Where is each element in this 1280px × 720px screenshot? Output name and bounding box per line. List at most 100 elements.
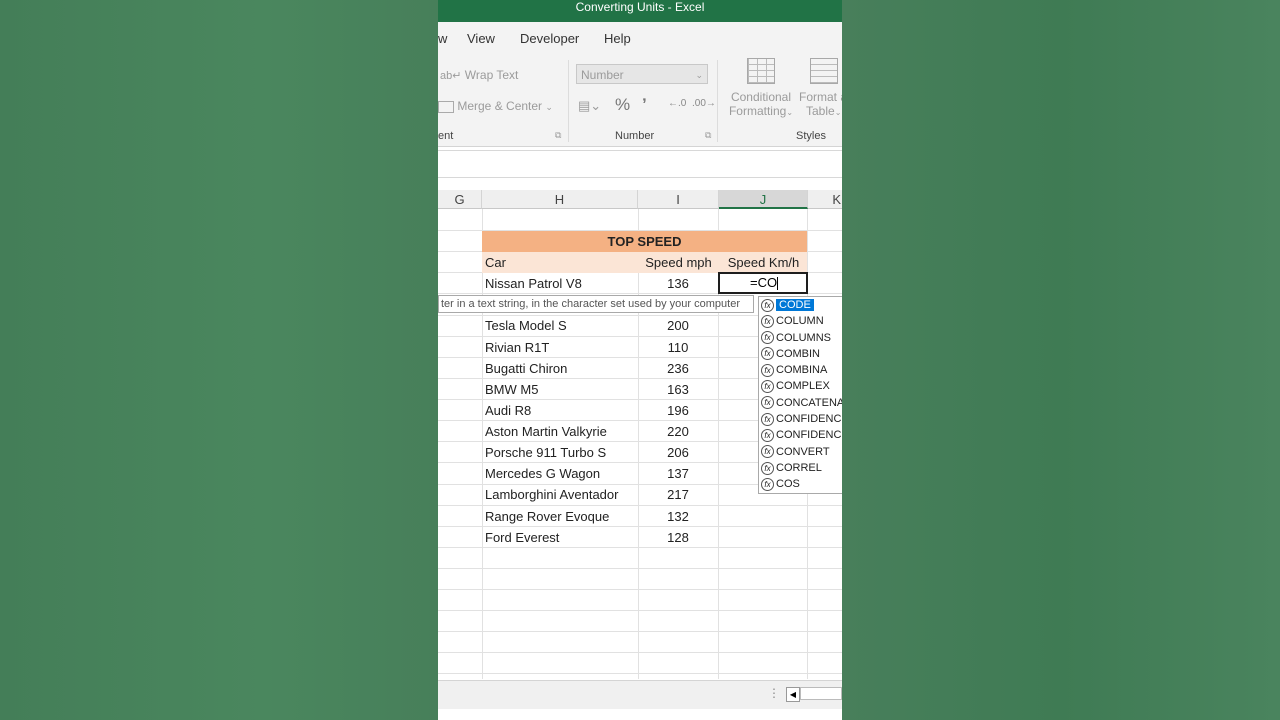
number-group-label: Number [615,130,655,142]
more-options-icon[interactable]: ⋮ [768,686,780,700]
merge-center-button[interactable]: Merge & Center ⌄ [438,99,553,113]
window-title: Converting Units - Excel [575,0,705,14]
table-header-row: Car Speed mph Speed Km/h [482,252,807,273]
car-name-cell[interactable]: Range Rover Evoque [485,506,635,527]
accounting-format-icon[interactable]: ▤⌄ [578,98,601,114]
decrease-decimal-icon[interactable]: .00→ [692,98,716,109]
chevron-down-icon: ⌄ [786,108,794,117]
function-icon: fx [761,445,774,459]
car-name-cell[interactable]: Bugatti Chiron [485,358,635,379]
car-name-cell[interactable]: Mercedes G Wagon [485,463,635,484]
function-icon: fx [761,461,774,475]
speed-mph-cell[interactable]: 206 [638,442,718,463]
autocomplete-item[interactable]: fx COS [759,476,842,492]
background-left [0,0,438,720]
increase-decimal-icon[interactable]: ←.0 [668,98,686,109]
function-icon: fx [761,363,774,377]
number-format-dropdown[interactable]: Number ⌄ [576,64,708,84]
wrap-text-button[interactable]: ab↵ Wrap Text [440,68,518,82]
menu-bar: w View Developer Help [438,22,842,54]
format-as-table-icon [810,58,838,84]
car-name-cell[interactable]: Ford Everest [485,527,635,548]
autocomplete-item[interactable]: fx CONFIDENCE [759,411,842,427]
speed-mph-cell[interactable]: 110 [638,337,718,358]
function-icon: fx [761,428,774,442]
speed-mph-cell[interactable]: 136 [638,273,718,294]
car-name-cell[interactable]: Lamborghini Aventador [485,484,635,505]
dialog-launcher-icon[interactable]: ⧉ [705,130,711,141]
car-name-cell[interactable]: Audi R8 [485,400,635,421]
menu-view[interactable]: View [467,31,495,46]
speed-mph-cell[interactable]: 128 [638,527,718,548]
car-name-cell[interactable]: BMW M5 [485,379,635,400]
autocomplete-item[interactable]: fx COLUMN [759,313,842,329]
chevron-down-icon: ⌄ [834,108,842,117]
menu-view-partial[interactable]: w [438,31,447,46]
car-name-cell[interactable]: Tesla Model S [485,315,635,336]
merge-icon [438,100,454,113]
car-name-cell[interactable]: Porsche 911 Turbo S [485,442,635,463]
ribbon-separator [717,60,718,142]
column-header-j[interactable]: J [719,190,808,209]
function-icon: fx [761,477,774,491]
styles-group-label: Styles [796,130,826,142]
column-header-h[interactable]: H [482,190,638,209]
function-icon: fx [761,298,774,312]
function-tooltip: ter in a text string, in the character s… [438,295,754,313]
header-speed-kmh[interactable]: Speed Km/h [719,252,808,273]
scroll-left-button[interactable]: ◀ [786,687,800,702]
speed-mph-cell[interactable]: 220 [638,421,718,442]
autocomplete-item[interactable]: fx COLUMNS [759,330,842,346]
ribbon: ab↵ Wrap Text Merge & Center ⌄ ent ⧉ Num… [438,54,842,147]
speed-mph-cell[interactable]: 217 [638,484,718,505]
speed-mph-cell[interactable]: 200 [638,315,718,336]
column-header-i[interactable]: I [638,190,719,209]
sheet-tabs-bar: ⋮ ◀ [438,680,842,709]
formula-bar[interactable] [438,150,842,178]
dialog-launcher-icon[interactable]: ⧉ [555,130,561,141]
menu-help[interactable]: Help [604,31,631,46]
alignment-group-label: ent [438,130,454,142]
menu-developer[interactable]: Developer [520,31,579,46]
autocomplete-item[interactable]: fx CONFIDENCE [759,427,842,443]
column-header-g[interactable]: G [438,190,482,209]
format-as-table-button[interactable]: Format a Table⌄ [796,58,842,118]
header-speed-mph[interactable]: Speed mph [638,252,719,273]
autocomplete-item[interactable]: fx COMBIN [759,346,842,362]
speed-mph-cell[interactable]: 132 [638,506,718,527]
conditional-formatting-button[interactable]: Conditional Formatting⌄ [726,58,796,118]
speed-mph-cell[interactable]: 137 [638,463,718,484]
wrap-text-icon: ab↵ [440,70,462,82]
speed-mph-cell[interactable]: 163 [638,379,718,400]
percent-icon[interactable]: % [615,95,630,115]
autocomplete-item[interactable]: fxCONCATENAT [759,395,842,411]
function-icon: fx [761,331,774,345]
active-cell-text: =CO [750,275,778,290]
speed-mph-cell[interactable]: 196 [638,400,718,421]
autocomplete-item[interactable]: fx COMBINA [759,362,842,378]
column-header-k[interactable]: K [808,190,842,209]
car-name-cell[interactable]: Aston Martin Valkyrie [485,421,635,442]
car-name-cell[interactable]: Rivian R1T [485,337,635,358]
text-cursor [777,277,779,291]
function-autocomplete-list[interactable]: fx CODE fx COLUMN fx COLUMNS fx COMBIN fx COM… [758,296,842,494]
autocomplete-item[interactable]: fx CORREL [759,460,842,476]
ribbon-separator [568,60,569,142]
chevron-down-icon: ⌄ [695,70,703,80]
car-name-cell[interactable]: Nissan Patrol V8 [485,273,635,294]
autocomplete-item[interactable]: fx CODE [759,297,842,313]
function-icon: fx [761,314,774,328]
active-cell-editor[interactable]: =CO [718,272,808,294]
horizontal-scrollbar[interactable] [800,687,842,700]
comma-style-icon[interactable]: ʼ [642,95,647,115]
autocomplete-item[interactable]: fx CONVERT [759,444,842,460]
conditional-formatting-icon [747,58,775,84]
table-title[interactable]: TOP SPEED [482,231,807,252]
function-icon: fx [761,380,774,394]
autocomplete-item[interactable]: fx COMPLEX [759,378,842,394]
function-icon: fx [761,412,774,426]
function-icon: fx [761,396,774,410]
header-car[interactable]: Car [485,252,635,273]
function-icon: fx [761,347,774,361]
speed-mph-cell[interactable]: 236 [638,358,718,379]
